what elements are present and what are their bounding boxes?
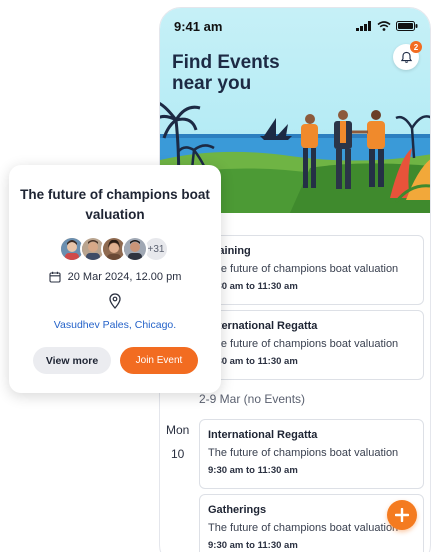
status-icons (356, 21, 418, 31)
event-time: 9:30 am to 11:30 am (208, 356, 298, 367)
bell-icon (400, 51, 412, 63)
event-card[interactable]: International Regatta The future of cham… (199, 419, 424, 489)
event-description: The future of champions boat valuation (208, 447, 399, 459)
event-title: International Regatta (208, 429, 318, 441)
event-title: International Regatta (208, 320, 318, 332)
attendee-avatars[interactable]: +31 (59, 236, 169, 262)
day-number: 10 (171, 447, 185, 461)
view-more-button[interactable]: View more (33, 347, 111, 374)
week-label: 2-9 Mar (no Events) (199, 392, 306, 406)
event-time: 9:30 am to 11:30 am (208, 540, 298, 551)
popup-date: 20 Mar 2024, 12.00 pm (67, 271, 182, 283)
event-popup-card: The future of champions boat valuation +… (9, 165, 221, 393)
event-card[interactable]: Training The future of champions boat va… (199, 235, 424, 305)
page-title: Find Events near you (172, 52, 280, 94)
popup-date-row: 20 Mar 2024, 12.00 pm (9, 271, 221, 283)
event-card[interactable]: International Regatta The future of cham… (199, 310, 424, 380)
event-description: The future of champions boat valuation (208, 338, 399, 350)
battery-icon (396, 21, 418, 31)
popup-title: The future of champions boat valuation (20, 187, 210, 222)
avatar (122, 236, 148, 262)
day-name: Mon (166, 423, 190, 437)
event-title: Training (208, 245, 251, 257)
event-time: 9:30 am to 11:30 am (208, 465, 298, 476)
wifi-icon (377, 21, 391, 31)
location-pin-icon (109, 293, 121, 309)
add-event-button[interactable] (387, 500, 417, 530)
calendar-icon (49, 271, 61, 283)
event-time: 9:30 am to 11:30 am (208, 281, 298, 292)
notification-button[interactable]: 2 (393, 41, 422, 70)
status-time: 9:41 am (174, 18, 223, 34)
plus-icon (395, 508, 409, 522)
popup-location-link[interactable]: Vasudhev Pales, Chicago. (9, 319, 221, 331)
notification-badge: 2 (410, 41, 422, 53)
status-bar: 9:41 am (174, 18, 418, 34)
signal-icon (356, 21, 371, 31)
join-event-button[interactable]: Join Event (120, 347, 198, 374)
event-description: The future of champions boat valuation (208, 263, 399, 275)
